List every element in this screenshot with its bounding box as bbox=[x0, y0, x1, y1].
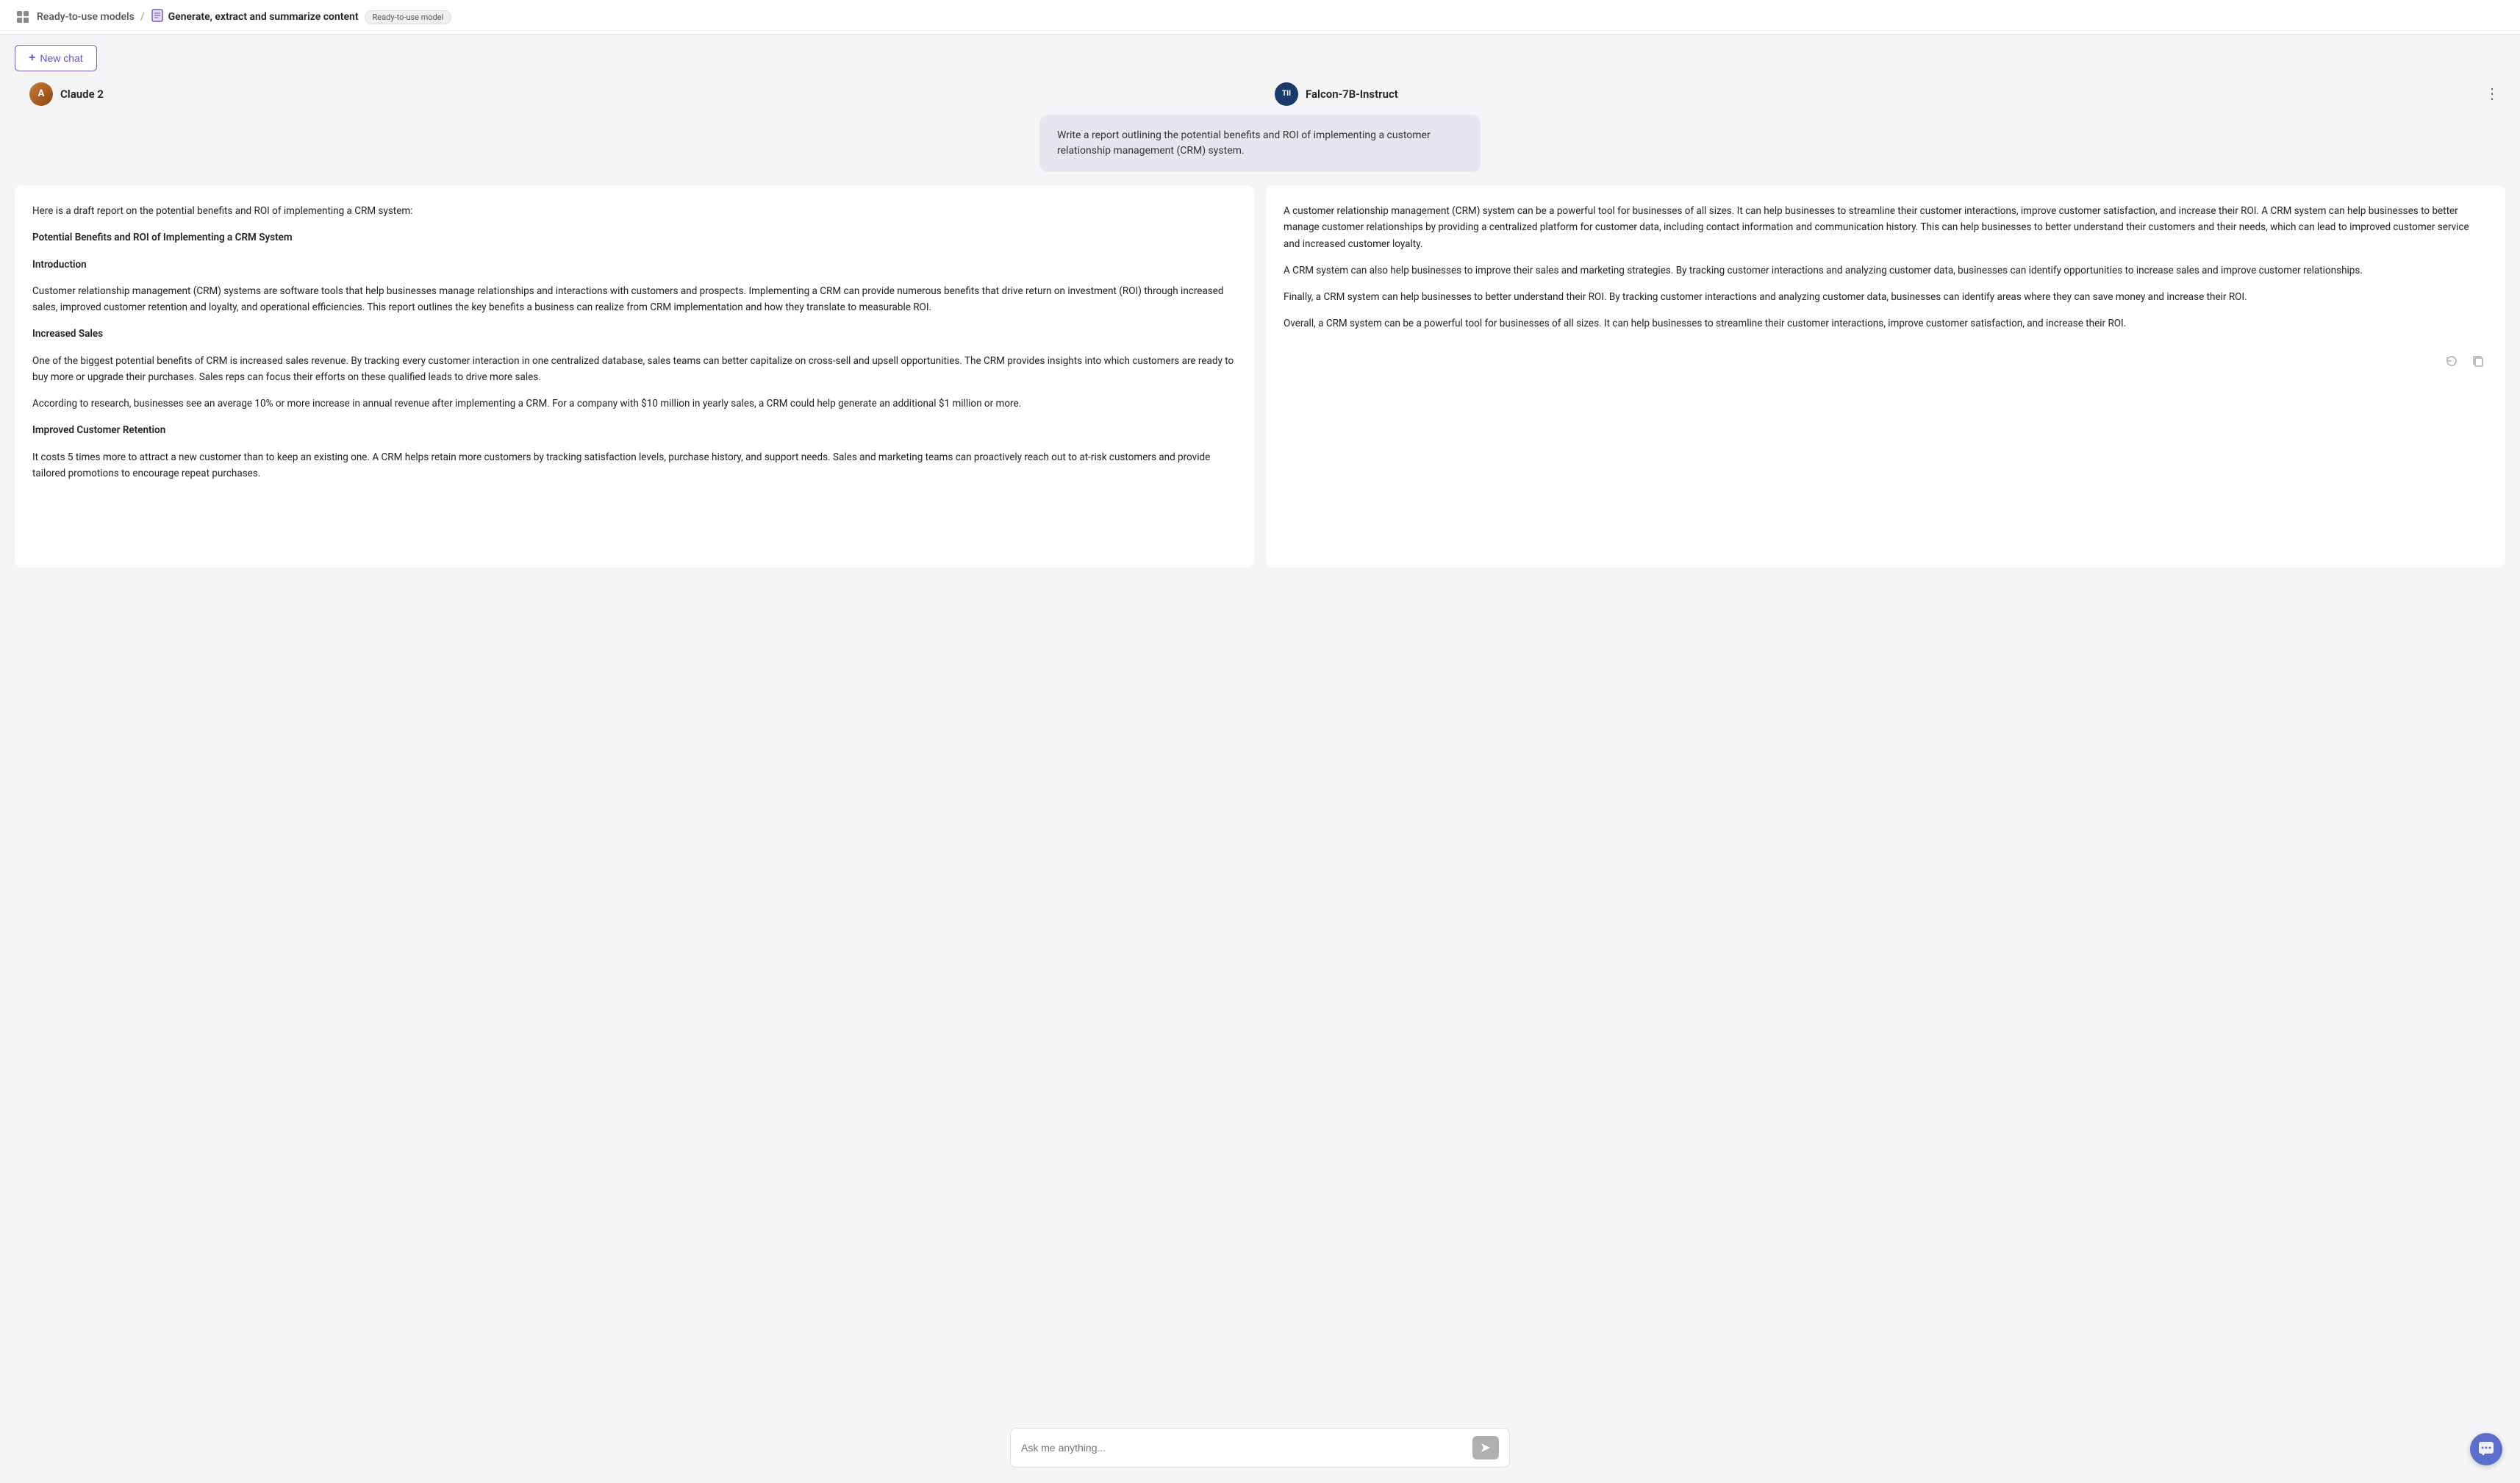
responses-area: Here is a draft report on the potential … bbox=[0, 185, 2520, 1416]
falcon-model-name: Falcon-7B-Instruct bbox=[1306, 87, 1398, 101]
grid-icon bbox=[15, 9, 31, 25]
model-header-falcon: TII Falcon-7B-Instruct ⋮ bbox=[1260, 82, 2505, 106]
breadcrumb-part2: Generate, extract and summarize content bbox=[151, 9, 359, 25]
send-button[interactable] bbox=[1472, 1436, 1499, 1459]
falcon-avatar: TII bbox=[1275, 82, 1298, 106]
model-badge: Ready-to-use model bbox=[365, 10, 452, 24]
falcon-para-4: Overall, a CRM system can be a powerful … bbox=[1284, 315, 2488, 332]
breadcrumb-part1[interactable]: Ready-to-use models bbox=[37, 11, 135, 23]
models-header: A Claude 2 TII Falcon-7B-Instruct ⋮ bbox=[0, 82, 2520, 115]
falcon-para-1: A customer relationship management (CRM)… bbox=[1284, 203, 2488, 252]
claude-para-5: Increased Sales bbox=[32, 326, 1236, 342]
prompt-text: Write a report outlining the potential b… bbox=[1057, 129, 1431, 157]
copy-button[interactable] bbox=[2469, 351, 2488, 374]
chat-fab[interactable] bbox=[2470, 1433, 2502, 1465]
claude-para-2: Potential Benefits and ROI of Implementi… bbox=[32, 229, 1236, 246]
falcon-response-card: A customer relationship management (CRM)… bbox=[1266, 185, 2505, 568]
document-icon bbox=[151, 9, 164, 25]
header: Ready-to-use models / Generate, extract … bbox=[0, 0, 2520, 35]
claude-para-4: Customer relationship management (CRM) s… bbox=[32, 283, 1236, 316]
claude-para-7: According to research, businesses see an… bbox=[32, 396, 1236, 412]
falcon-para-2: A CRM system can also help businesses to… bbox=[1284, 262, 2488, 279]
toolbar: + New chat bbox=[0, 35, 2520, 82]
regenerate-button[interactable] bbox=[2442, 351, 2461, 374]
claude-avatar: A bbox=[29, 82, 53, 106]
model-menu-button[interactable]: ⋮ bbox=[2479, 82, 2505, 106]
claude-para-3: Introduction bbox=[32, 257, 1236, 273]
claude-para-8: Improved Customer Retention bbox=[32, 422, 1236, 438]
claude-model-name: Claude 2 bbox=[60, 87, 104, 101]
prompt-area: Write a report outlining the potential b… bbox=[0, 115, 2520, 185]
model-header-claude: A Claude 2 bbox=[15, 82, 1260, 106]
card-actions bbox=[1284, 344, 2488, 374]
claude-para-1: Here is a draft report on the potential … bbox=[32, 203, 1236, 219]
breadcrumb-separator: / bbox=[140, 11, 145, 23]
input-area bbox=[0, 1416, 2520, 1479]
breadcrumb: Ready-to-use models / Generate, extract … bbox=[37, 9, 451, 25]
claude-response-card: Here is a draft report on the potential … bbox=[15, 185, 1254, 568]
claude-para-9: It costs 5 times more to attract a new c… bbox=[32, 449, 1236, 482]
input-wrapper bbox=[1010, 1428, 1510, 1468]
chat-input[interactable] bbox=[1021, 1442, 1467, 1454]
falcon-para-3: Finally, a CRM system can help businesse… bbox=[1284, 289, 2488, 305]
prompt-bubble: Write a report outlining the potential b… bbox=[1039, 115, 1481, 172]
new-chat-button[interactable]: + New chat bbox=[15, 45, 97, 71]
claude-para-6: One of the biggest potential benefits of… bbox=[32, 353, 1236, 386]
plus-icon: + bbox=[29, 51, 35, 65]
